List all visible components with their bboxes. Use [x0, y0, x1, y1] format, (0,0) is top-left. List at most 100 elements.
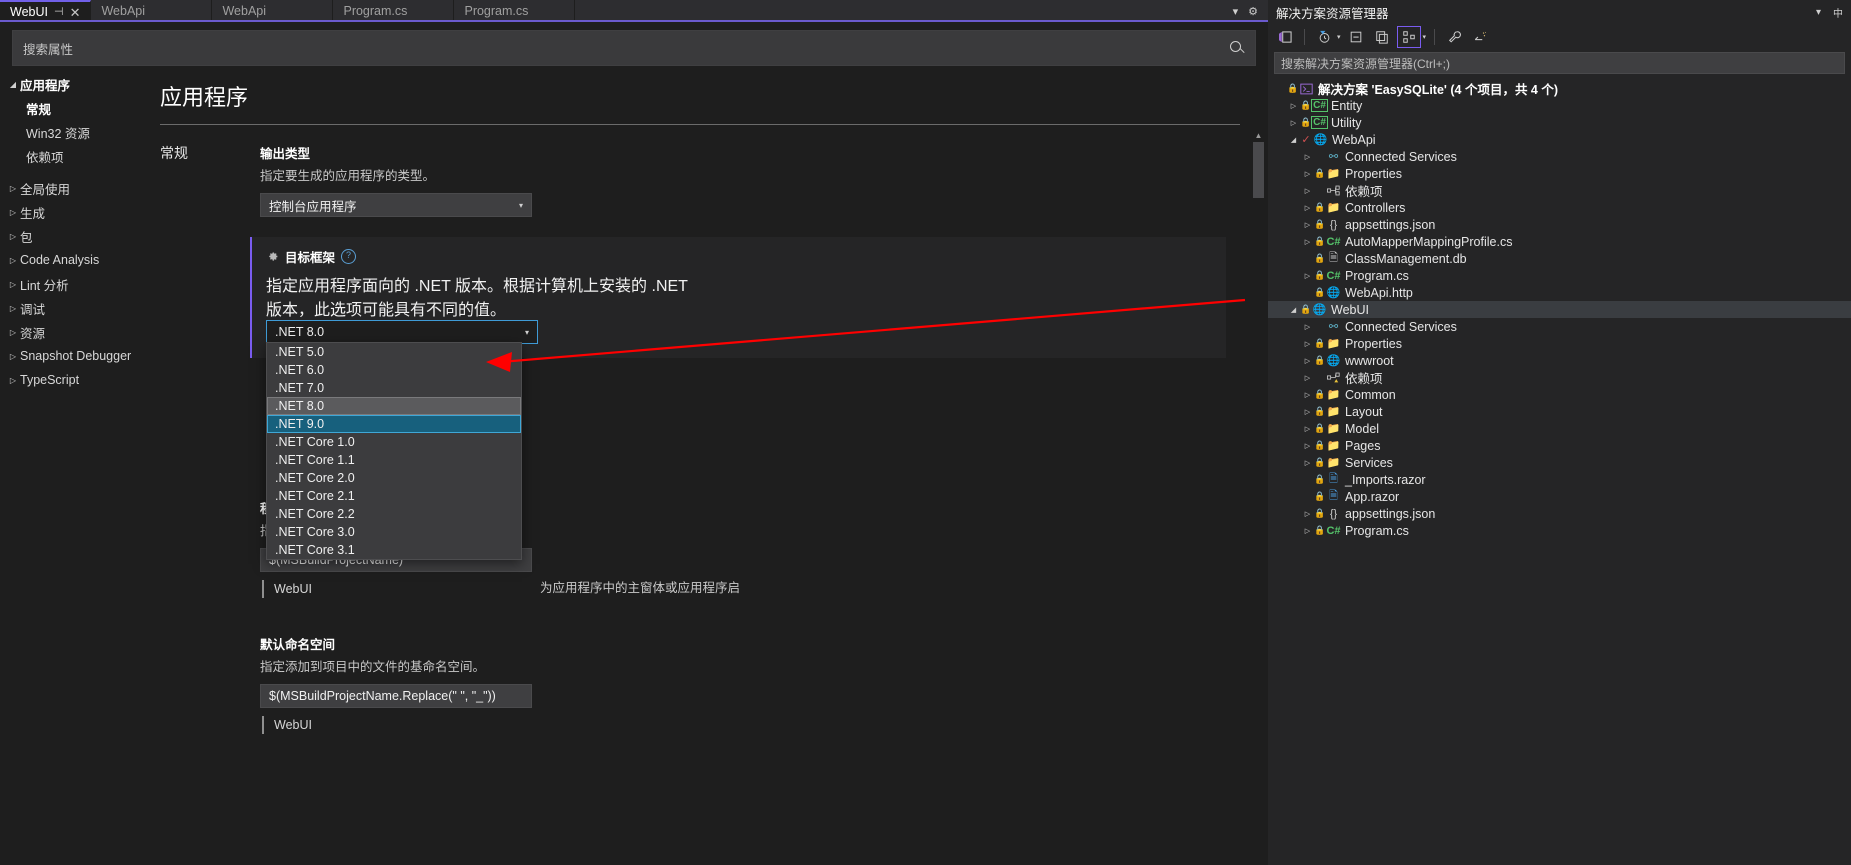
preview-selected-icon[interactable] — [1469, 27, 1491, 47]
tree-item-services[interactable]: ▷ 🔒 📁 Services — [1268, 454, 1851, 471]
dropdown-option[interactable]: .NET 5.0 — [267, 343, 521, 361]
tree-item-program-cs-webapi[interactable]: ▷ 🔒 C# Program.cs — [1268, 267, 1851, 284]
gear-icon[interactable]: ⚙ — [1248, 5, 1258, 18]
chevron-right-icon[interactable]: ▷ — [1301, 221, 1314, 229]
property-search-input[interactable]: 搜索属性 — [12, 30, 1256, 66]
properties-wrench-icon[interactable] — [1443, 27, 1465, 47]
tree-item-appsettings-webui[interactable]: ▷ 🔒 {} appsettings.json — [1268, 505, 1851, 522]
dropdown-option[interactable]: .NET 6.0 — [267, 361, 521, 379]
tree-item-automapper-profile[interactable]: ▷ 🔒 C# AutoMapperMappingProfile.cs — [1268, 233, 1851, 250]
tree-item-program-cs-webui[interactable]: ▷ 🔒 C# Program.cs — [1268, 522, 1851, 539]
chevron-right-icon[interactable]: ▷ — [1301, 357, 1314, 365]
pin-icon[interactable]: 中 — [1833, 5, 1843, 20]
dropdown-option[interactable]: .NET Core 3.0 — [267, 523, 521, 541]
nav-item-snapshot-debugger[interactable]: ▷ Snapshot Debugger — [0, 344, 150, 368]
tree-item-dependencies-webapi[interactable]: ▷ 依赖项 — [1268, 182, 1851, 199]
chevron-expanded-icon[interactable]: ◢ — [1287, 136, 1300, 144]
dropdown-option[interactable]: .NET Core 2.0 — [267, 469, 521, 487]
dropdown-option[interactable]: .NET Core 1.0 — [267, 433, 521, 451]
chevron-right-icon[interactable]: ▷ — [1301, 153, 1314, 161]
collapse-all-icon[interactable] — [1345, 27, 1367, 47]
tab-program-cs-2[interactable]: Program.cs — [454, 0, 576, 22]
home-icon[interactable] — [1274, 27, 1296, 47]
tree-item-utility[interactable]: ▷ 🔒 C# Utility — [1268, 114, 1851, 131]
nav-item-build[interactable]: ▷ 生成 — [0, 200, 150, 224]
tree-item-controllers[interactable]: ▷ 🔒 📁 Controllers — [1268, 199, 1851, 216]
chevron-right-icon[interactable]: ▷ — [1301, 323, 1314, 331]
chevron-right-icon[interactable]: ▷ — [1301, 170, 1314, 178]
chevron-right-icon[interactable]: ▷ — [1301, 510, 1314, 518]
chevron-right-icon[interactable]: ▷ — [1301, 408, 1314, 416]
chevron-right-icon[interactable]: ▷ — [1287, 102, 1300, 110]
dropdown-option[interactable]: .NET Core 2.1 — [267, 487, 521, 505]
help-icon[interactable]: ? — [341, 249, 357, 265]
tree-item-common[interactable]: ▷ 🔒 📁 Common — [1268, 386, 1851, 403]
chevron-right-icon[interactable]: ▷ — [1301, 459, 1314, 467]
dropdown-option-selected[interactable]: .NET 9.0 — [267, 415, 521, 434]
tree-item-layout[interactable]: ▷ 🔒 📁 Layout — [1268, 403, 1851, 420]
chevron-expanded-icon[interactable]: ◢ — [1287, 306, 1300, 314]
tree-item-entity[interactable]: ▷ 🔒 C# Entity — [1268, 97, 1851, 114]
nav-item-lint[interactable]: ▷ Lint 分析 — [0, 272, 150, 296]
tree-item-model[interactable]: ▷ 🔒 📁 Model — [1268, 420, 1851, 437]
chevron-down-icon[interactable]: ▾ — [1337, 33, 1341, 41]
target-framework-combobox[interactable]: .NET 8.0 ▾ — [266, 320, 538, 345]
nav-item-package[interactable]: ▷ 包 — [0, 224, 150, 248]
chevron-right-icon[interactable]: ▷ — [1301, 204, 1314, 212]
pin-icon[interactable]: ⊣ — [54, 6, 64, 18]
tree-item-connected-services-webui[interactable]: ▷ ⚯ Connected Services — [1268, 318, 1851, 335]
chevron-right-icon[interactable]: ▷ — [1301, 374, 1314, 382]
chevron-down-icon[interactable]: ▾ — [1233, 5, 1239, 18]
chevron-right-icon[interactable]: ▷ — [1301, 442, 1314, 450]
content-vertical-scrollbar[interactable]: ▲ — [1253, 130, 1264, 863]
default-namespace-input[interactable]: $(MSBuildProjectName.Replace(" ", "_")) — [260, 684, 532, 709]
tree-item-appsettings-webapi[interactable]: ▷ 🔒 {} appsettings.json — [1268, 216, 1851, 233]
tree-item-properties-webui[interactable]: ▷ 🔒 📁 Properties — [1268, 335, 1851, 352]
tree-item-wwwroot[interactable]: ▷ 🔒 🌐 wwwroot — [1268, 352, 1851, 369]
output-type-combobox[interactable]: 控制台应用程序 ▾ — [260, 193, 532, 218]
chevron-right-icon[interactable]: ▷ — [1301, 340, 1314, 348]
tree-item-webapi-project[interactable]: ◢ ✓ 🌐 WebApi — [1268, 131, 1851, 148]
tree-item-solution[interactable]: 🔒 解决方案 'EasySQLite' (4 个项目，共 4 个) — [1268, 80, 1851, 97]
chevron-right-icon[interactable]: ▷ — [1301, 187, 1314, 195]
solution-search-input[interactable]: 搜索解决方案资源管理器(Ctrl+;) — [1274, 52, 1845, 74]
chevron-right-icon[interactable]: ▷ — [1301, 391, 1314, 399]
nav-item-general[interactable]: 常规 — [0, 96, 150, 120]
chevron-down-icon[interactable]: ▾ — [1816, 7, 1821, 18]
dropdown-option[interactable]: .NET Core 1.1 — [267, 451, 521, 469]
tab-webui[interactable]: WebUI ⊣ ✕ — [0, 0, 92, 22]
nav-item-typescript[interactable]: ▷ TypeScript — [0, 368, 150, 392]
scroll-up-arrow-icon[interactable]: ▲ — [1253, 130, 1264, 141]
view-switcher-icon[interactable] — [1396, 26, 1421, 48]
tab-program-cs-1[interactable]: Program.cs — [333, 0, 455, 22]
nav-item-dependencies[interactable]: 依赖项 — [0, 144, 150, 168]
scrollbar-thumb[interactable] — [1253, 142, 1264, 198]
nav-item-application[interactable]: ◢ 应用程序 — [0, 72, 150, 96]
dropdown-option[interactable]: .NET Core 2.2 — [267, 505, 521, 523]
tree-item-webui-project[interactable]: ◢ 🔒 🌐 WebUI — [1268, 301, 1851, 318]
show-all-files-icon[interactable] — [1371, 27, 1393, 47]
nav-item-global-usings[interactable]: ▷ 全局使用 — [0, 176, 150, 200]
dropdown-option-hovered[interactable]: .NET 8.0 — [267, 397, 521, 416]
chevron-right-icon[interactable]: ▷ — [1301, 425, 1314, 433]
tree-item-properties-webapi[interactable]: ▷ 🔒 📁 Properties — [1268, 165, 1851, 182]
nav-item-win32-resources[interactable]: Win32 资源 — [0, 120, 150, 144]
tree-item-classmanagement-db[interactable]: 🔒 🗎 ClassManagement.db — [1268, 250, 1851, 267]
dropdown-option[interactable]: .NET Core 3.1 — [267, 541, 521, 559]
close-icon[interactable]: ✕ — [70, 6, 81, 19]
nav-item-resources[interactable]: ▷ 资源 — [0, 320, 150, 344]
nav-item-code-analysis[interactable]: ▷ Code Analysis — [0, 248, 150, 272]
tab-webapi-2[interactable]: WebApi — [212, 0, 334, 22]
tab-webapi-1[interactable]: WebApi — [91, 0, 213, 22]
chevron-right-icon[interactable]: ▷ — [1287, 119, 1300, 127]
dropdown-option[interactable]: .NET 7.0 — [267, 379, 521, 397]
tree-item-app-razor[interactable]: 🔒 🗎 App.razor — [1268, 488, 1851, 505]
chevron-right-icon[interactable]: ▷ — [1301, 238, 1314, 246]
target-framework-dropdown-list[interactable]: .NET 5.0 .NET 6.0 .NET 7.0 .NET 8.0 .NET… — [266, 342, 522, 561]
chevron-down-icon[interactable]: ▾ — [1423, 33, 1427, 41]
tree-item-dependencies-webui[interactable]: ▷ 依赖项 — [1268, 369, 1851, 386]
chevron-right-icon[interactable]: ▷ — [1301, 272, 1314, 280]
chevron-right-icon[interactable]: ▷ — [1301, 527, 1314, 535]
tree-item-webapi-http[interactable]: 🔒 🌐 WebApi.http — [1268, 284, 1851, 301]
nav-item-debug[interactable]: ▷ 调试 — [0, 296, 150, 320]
